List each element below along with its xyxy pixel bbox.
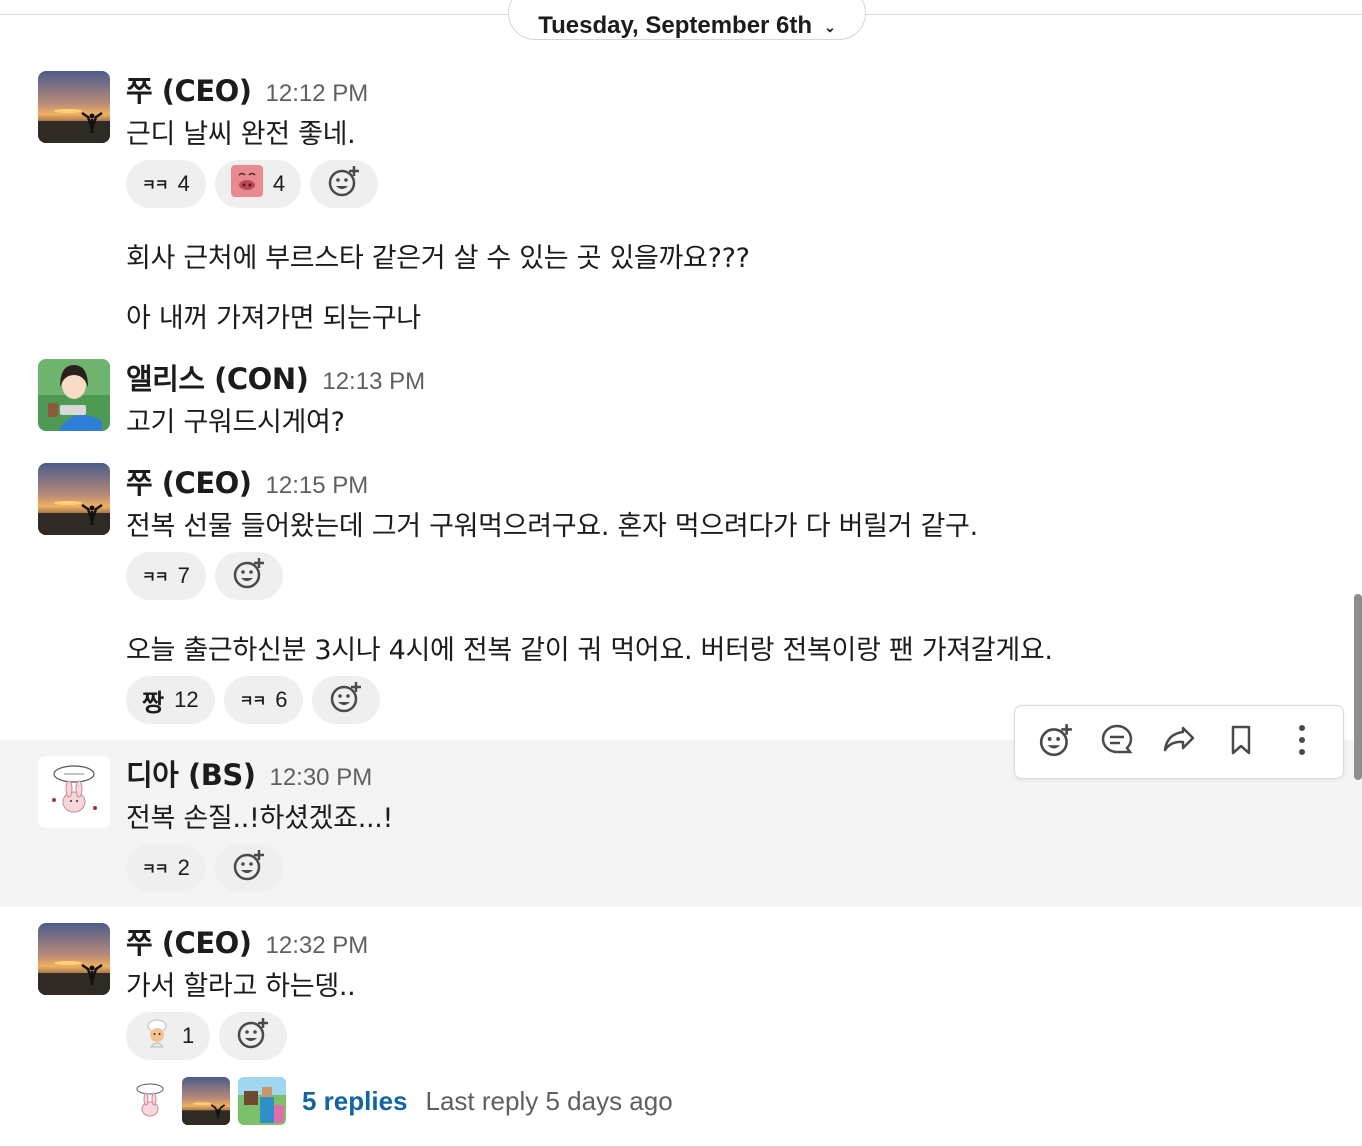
- add-reaction-button[interactable]: [214, 844, 283, 892]
- chevron-down-icon: ⌄: [824, 18, 836, 35]
- thread-replies-link[interactable]: 5 replies: [302, 1086, 408, 1117]
- avatar[interactable]: [38, 359, 110, 431]
- message-2[interactable]: 앨리스 (CON) 12:13 PM 고기 구워드시게여?: [0, 348, 1362, 448]
- avatar[interactable]: [38, 923, 110, 995]
- share-icon: [1161, 722, 1197, 762]
- reaction-count: 7: [177, 563, 190, 588]
- share-action[interactable]: [1157, 720, 1201, 764]
- avatar[interactable]: [38, 71, 110, 143]
- thread-last-reply: Last reply 5 days ago: [425, 1085, 673, 1116]
- reaction-bar: ㅋㅋ 2: [126, 844, 283, 892]
- message-3[interactable]: 쭈 (CEO) 12:15 PM 전복 선물 들어왔는데 그거 구워먹으려구요.…: [0, 452, 1362, 737]
- author-name[interactable]: 쭈 (CEO): [126, 460, 252, 502]
- thread-participant-avatar: [126, 1077, 174, 1125]
- reply-in-thread-action[interactable]: [1095, 720, 1139, 764]
- reaction-pig[interactable]: 4: [214, 160, 302, 208]
- author-name[interactable]: 쭈 (CEO): [126, 68, 252, 110]
- add-reaction-button[interactable]: [310, 160, 379, 208]
- kk-emoji-icon: ㅋㅋ: [142, 860, 169, 878]
- message-actions-toolbar: [1014, 705, 1344, 779]
- reaction-count: 2: [177, 855, 190, 880]
- add-reaction-button[interactable]: [312, 676, 381, 724]
- more-actions-icon: [1296, 723, 1308, 761]
- reaction-jjang[interactable]: 짱 12: [126, 676, 215, 724]
- reaction-count: 1: [182, 1023, 195, 1048]
- add-reaction-button[interactable]: [214, 552, 283, 600]
- reaction-kk[interactable]: ㅋㅋ 4: [126, 160, 206, 208]
- add-reaction-icon: [232, 556, 266, 596]
- add-reaction-icon: [232, 848, 266, 888]
- reaction-bar: ㅋㅋ 4 4: [126, 160, 379, 208]
- reply-in-thread-icon: [1099, 722, 1135, 762]
- timestamp[interactable]: 12:32 PM: [266, 932, 369, 960]
- kk-emoji-icon: ㅋㅋ: [239, 692, 267, 710]
- message-text: 고기 구워드시게여?: [126, 407, 345, 438]
- reaction-chef[interactable]: 1: [126, 1012, 211, 1060]
- message-text: 회사 근처에 부르스타 같은거 살 수 있는 곳 있을까요???: [126, 243, 750, 274]
- timestamp[interactable]: 12:12 PM: [266, 80, 369, 108]
- message-text: 전복 선물 들어왔는데 그거 구워먹으려구요. 혼자 먹으려다가 다 버릴거 같…: [126, 511, 978, 542]
- reaction-count: 4: [177, 171, 190, 196]
- add-reaction-icon: [327, 164, 361, 204]
- reaction-bar: ㅋㅋ 7: [126, 552, 283, 600]
- author-name[interactable]: 쭈 (CEO): [126, 920, 252, 962]
- reaction-kk[interactable]: ㅋㅋ 2: [126, 844, 206, 892]
- bookmark-icon: [1225, 724, 1257, 760]
- reaction-count: 4: [272, 171, 286, 196]
- add-reaction-icon: [1038, 722, 1074, 762]
- scrollbar-thumb[interactable]: [1354, 594, 1362, 780]
- pig-emoji-icon: [230, 165, 263, 203]
- reaction-kk[interactable]: ㅋㅋ 7: [126, 552, 206, 600]
- add-reaction-action[interactable]: [1034, 720, 1078, 764]
- author-name[interactable]: 디아 (BS): [126, 752, 256, 794]
- chef-emoji-icon: [142, 1018, 172, 1054]
- thread-participant-avatar: [182, 1077, 230, 1125]
- reaction-bar: 1: [126, 1012, 288, 1060]
- reaction-bar: 짱 12 ㅋㅋ 6: [126, 676, 381, 724]
- avatar[interactable]: [38, 756, 110, 828]
- thread-summary[interactable]: 5 replies Last reply 5 days ago: [126, 1077, 673, 1125]
- add-reaction-icon: [236, 1016, 270, 1056]
- timestamp[interactable]: 12:30 PM: [269, 764, 372, 792]
- avatar[interactable]: [38, 463, 110, 535]
- date-label: Tuesday, September 6th: [538, 12, 813, 39]
- message-text: 전복 손질..!하셨겠죠...!: [126, 803, 394, 834]
- author-name[interactable]: 앨리스 (CON): [126, 356, 309, 398]
- message-text: 근디 날씨 완전 좋네.: [126, 119, 356, 150]
- reaction-kk[interactable]: ㅋㅋ 6: [223, 676, 304, 724]
- reaction-count: 12: [174, 687, 199, 712]
- more-actions-button[interactable]: [1280, 720, 1324, 764]
- timestamp[interactable]: 12:15 PM: [266, 472, 369, 500]
- message-text: 오늘 출근하신분 3시나 4시에 전복 같이 궈 먹어요. 버터랑 전복이랑 팬…: [126, 635, 1053, 666]
- thread-participant-avatar: [238, 1077, 286, 1125]
- message-1[interactable]: 쭈 (CEO) 12:12 PM 근디 날씨 완전 좋네. ㅋㅋ 4 4 회사 …: [0, 60, 1362, 345]
- save-for-later-action[interactable]: [1219, 720, 1263, 764]
- jjang-emoji-icon: 짱: [142, 689, 165, 717]
- message-text: 가서 할라고 하는뎅..: [126, 971, 356, 1002]
- kk-emoji-icon: ㅋㅋ: [142, 176, 169, 194]
- date-divider-button[interactable]: Tuesday, September 6th ⌄: [508, 0, 866, 40]
- message-text: 아 내꺼 가져가면 되는구나: [126, 303, 421, 334]
- reaction-count: 6: [275, 687, 288, 712]
- add-reaction-icon: [329, 680, 363, 720]
- add-reaction-button[interactable]: [219, 1012, 288, 1060]
- timestamp[interactable]: 12:13 PM: [322, 368, 425, 396]
- kk-emoji-icon: ㅋㅋ: [142, 568, 169, 586]
